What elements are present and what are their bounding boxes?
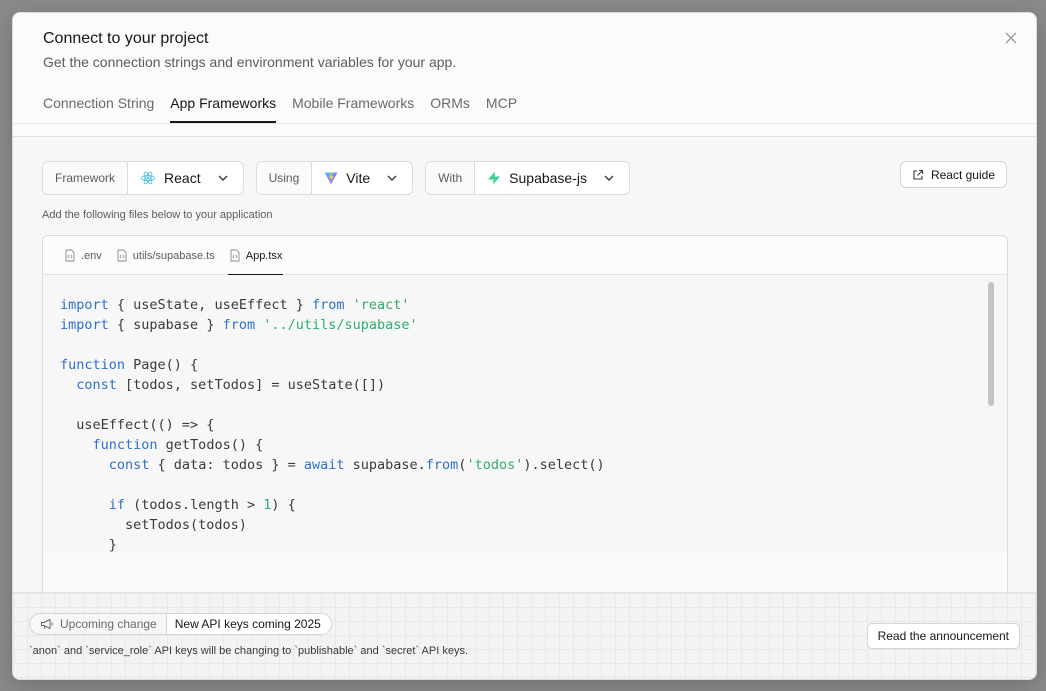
read-announcement-button[interactable]: Read the announcement (866, 623, 1020, 649)
selectors: Framework React Using Vite With Supabase… (42, 161, 630, 195)
react-guide-button[interactable]: React guide (899, 161, 1007, 188)
modal-title: Connect to your project (43, 30, 209, 47)
tab-orms[interactable]: ORMs (430, 95, 470, 122)
upcoming-change-badge: Upcoming change New API keys coming 2025 (29, 613, 332, 635)
tab-connection-string[interactable]: Connection String (43, 95, 154, 122)
framework-select[interactable]: React (128, 162, 243, 194)
framework-value: React (164, 170, 201, 186)
file-tab-app-tsx[interactable]: App.tsx (227, 236, 284, 276)
chevron-down-icon (387, 175, 397, 181)
file-tab-label: utils/supabase.ts (132, 249, 215, 262)
code-scrollbar[interactable] (986, 280, 994, 550)
code-line: import { useState, useEffect } from 'rea… (60, 297, 410, 313)
file-tab-label: .env (81, 249, 102, 262)
chevron-down-icon (218, 175, 228, 181)
react-icon (141, 171, 155, 185)
chevron-down-icon (604, 175, 614, 181)
instructions-text: Add the following files below to your ap… (42, 209, 273, 221)
using-value: Vite (346, 170, 371, 186)
vite-icon (324, 171, 338, 184)
megaphone-icon (41, 619, 53, 630)
code-line: const { data: todos } = await supabase.f… (108, 457, 605, 473)
code-line: useEffect(() => { (60, 417, 215, 433)
code-line: const [todos, setTodos] = useState([]) (76, 377, 386, 393)
framework-select-group: Framework React (42, 161, 244, 195)
using-select-group: Using Vite (255, 161, 414, 195)
with-select[interactable]: Supabase-js (475, 162, 629, 194)
modal-subtitle: Get the connection strings and environme… (43, 54, 457, 70)
tab-mobile-frameworks[interactable]: Mobile Frameworks (292, 95, 414, 122)
file-code-icon (230, 249, 240, 262)
supabase-icon (488, 171, 501, 185)
with-value: Supabase-js (509, 170, 587, 186)
with-select-group: With Supabase-js (425, 161, 630, 195)
modal-header: Connect to your project Get the connecti… (13, 13, 1036, 137)
code-line: setTodos(todos) (60, 517, 247, 533)
external-link-icon (913, 169, 924, 180)
file-tab-env[interactable]: .env (63, 236, 103, 275)
connect-modal: Connect to your project Get the connecti… (12, 12, 1037, 680)
close-icon (1005, 32, 1017, 44)
modal-body: Framework React Using Vite With Supabase… (13, 137, 1036, 679)
code-line: function Page() { (60, 357, 199, 373)
tab-app-frameworks[interactable]: App Frameworks (170, 95, 276, 123)
code-line: if (todos.length > 1) { (108, 497, 296, 513)
file-code-icon (65, 249, 75, 262)
file-tab-utils-supabase[interactable]: utils/supabase.ts (115, 236, 216, 275)
code-block: import { useState, useEffect } from 'rea… (60, 295, 605, 552)
framework-tabs: Connection String App Frameworks Mobile … (43, 95, 517, 123)
tab-mcp[interactable]: MCP (486, 95, 517, 122)
using-select[interactable]: Vite (312, 162, 412, 194)
scrollbar-thumb[interactable] (988, 282, 994, 406)
with-label: With (426, 162, 476, 194)
framework-label: Framework (43, 162, 129, 194)
code-line: function getTodos() { (92, 437, 264, 453)
new-api-keys-label: New API keys coming 2025 (166, 614, 331, 634)
code-line: import { supabase } from '../utils/supab… (60, 317, 418, 333)
upcoming-change-label: Upcoming change (60, 617, 157, 631)
react-guide-label: React guide (930, 167, 995, 182)
code-line: } (60, 537, 117, 552)
using-label: Using (256, 162, 313, 194)
notice-text: `anon` and `service_role` API keys will … (29, 645, 468, 657)
close-button[interactable] (1002, 29, 1020, 47)
tab-divider (13, 123, 1036, 124)
code-editor[interactable]: import { useState, useEffect } from 'rea… (43, 275, 1007, 552)
api-keys-notice: Upcoming change New API keys coming 2025… (13, 592, 1036, 679)
file-tabs: .env utils/supabase.ts App.tsx (43, 236, 1007, 276)
file-tab-label: App.tsx (245, 249, 283, 262)
file-code-icon (117, 249, 127, 262)
